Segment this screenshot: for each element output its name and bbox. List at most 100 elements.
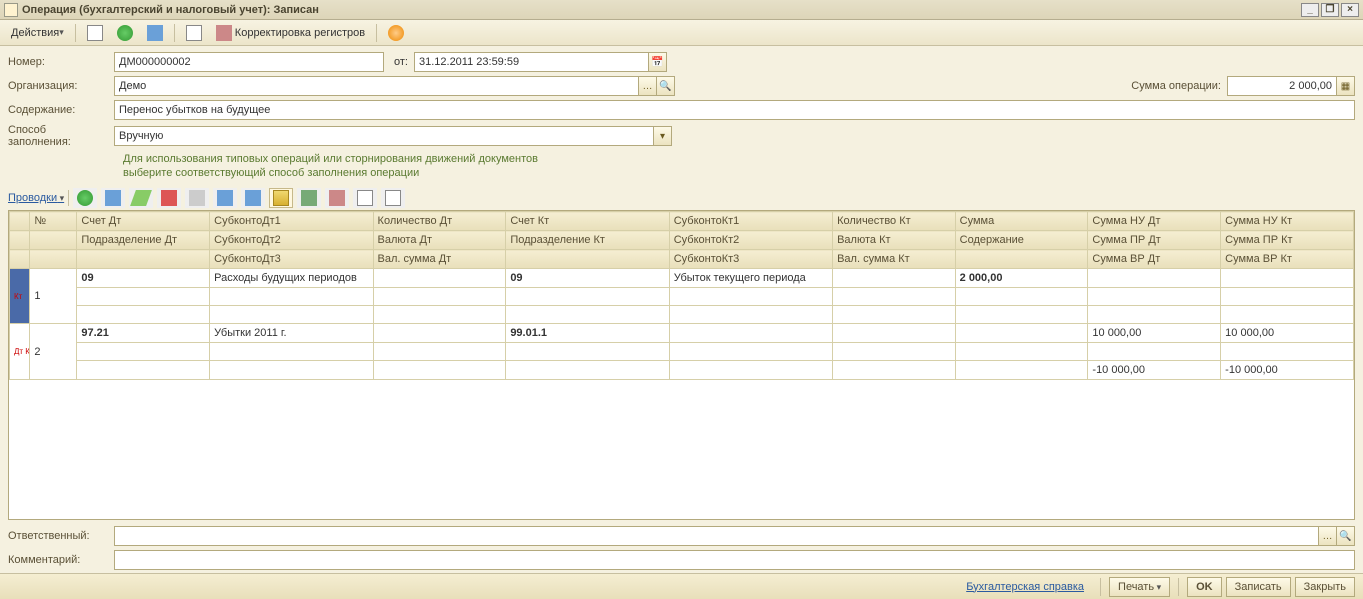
refresh-button[interactable] xyxy=(297,188,321,208)
org-input[interactable] xyxy=(114,76,639,96)
table-row[interactable]: Кт 1 09 Расходы будущих периодов 09 Убыт… xyxy=(10,269,1354,288)
toolbar-icon-2[interactable] xyxy=(112,23,138,43)
col-num[interactable]: № xyxy=(30,212,77,231)
chart-button[interactable] xyxy=(325,188,349,208)
toolbar-icon-1[interactable] xyxy=(82,23,108,43)
table-row[interactable]: Дт Кт 2 97.21 Убытки 2011 г. 99.01.1 10 … xyxy=(10,324,1354,343)
cell-subdt1[interactable]: Убытки 2011 г. xyxy=(210,324,373,343)
number-input[interactable] xyxy=(114,52,384,72)
fill-dropdown-button[interactable]: ▾ xyxy=(654,126,672,146)
org-select-button[interactable]: … xyxy=(639,76,657,96)
cell[interactable] xyxy=(669,288,832,306)
postings-menu[interactable]: Проводки xyxy=(8,192,64,204)
fill-input[interactable] xyxy=(114,126,654,146)
date-picker-button[interactable]: 📅 xyxy=(649,52,667,72)
table-row[interactable] xyxy=(10,343,1354,361)
help-button[interactable] xyxy=(383,23,409,43)
cell[interactable] xyxy=(506,306,669,324)
row-indicator[interactable]: Дт Кт xyxy=(10,324,30,380)
write-button[interactable]: Записать xyxy=(1226,577,1291,597)
cell[interactable] xyxy=(373,306,506,324)
cell[interactable] xyxy=(1221,288,1354,306)
move-down-button[interactable] xyxy=(241,188,265,208)
cell[interactable] xyxy=(77,288,210,306)
col-subdt3[interactable]: СубконтоДт3 xyxy=(210,250,373,269)
col-subkt1[interactable]: СубконтоКт1 xyxy=(669,212,832,231)
cell-schdt[interactable]: 09 xyxy=(77,269,210,288)
resp-open-button[interactable]: 🔍 xyxy=(1337,526,1355,546)
cell[interactable] xyxy=(669,324,832,343)
cell[interactable] xyxy=(373,361,506,380)
cell[interactable] xyxy=(506,288,669,306)
sigma-button[interactable] xyxy=(269,188,293,208)
col-podr-kt[interactable]: Подразделение Кт xyxy=(506,231,669,250)
cell[interactable] xyxy=(833,324,956,343)
col-sumnu-kt[interactable]: Сумма НУ Кт xyxy=(1221,212,1354,231)
row-indicator[interactable]: Кт xyxy=(10,269,30,324)
cell[interactable] xyxy=(955,306,1088,324)
cell[interactable] xyxy=(955,288,1088,306)
col-qtykt[interactable]: Количество Кт xyxy=(833,212,956,231)
register-correction-button[interactable]: Корректировка регистров xyxy=(211,23,370,43)
cell[interactable] xyxy=(77,343,210,361)
cell[interactable] xyxy=(373,288,506,306)
cell-sumnu-kt[interactable] xyxy=(1221,269,1354,288)
col-sumpr-kt[interactable]: Сумма ПР Кт xyxy=(1221,231,1354,250)
cell-qtykt[interactable] xyxy=(833,269,956,288)
cell[interactable] xyxy=(833,343,956,361)
add-button[interactable] xyxy=(73,188,97,208)
col-content[interactable]: Содержание xyxy=(955,231,1088,250)
col-subkt3[interactable]: СубконтоКт3 xyxy=(669,250,832,269)
cell-subdt1[interactable]: Расходы будущих периодов xyxy=(210,269,373,288)
cell-sumnu-dt[interactable]: 10 000,00 xyxy=(1088,324,1221,343)
cell[interactable] xyxy=(669,343,832,361)
col-valsumkt[interactable]: Вал. сумма Кт xyxy=(833,250,956,269)
col-sum[interactable]: Сумма xyxy=(955,212,1088,231)
col-subdt1[interactable]: СубконтоДт1 xyxy=(210,212,373,231)
move-up-button[interactable] xyxy=(213,188,237,208)
col-subkt2[interactable]: СубконтоКт2 xyxy=(669,231,832,250)
col-qtydt[interactable]: Количество Дт xyxy=(373,212,506,231)
report-link[interactable]: Бухгалтерская справка xyxy=(966,581,1084,593)
close-button[interactable]: Закрыть xyxy=(1295,577,1355,597)
cell[interactable] xyxy=(210,288,373,306)
date-input[interactable] xyxy=(414,52,649,72)
table-row[interactable] xyxy=(10,288,1354,306)
delete-button[interactable] xyxy=(157,188,181,208)
sum-input[interactable] xyxy=(1227,76,1337,96)
actions-menu[interactable]: Действия xyxy=(6,23,69,43)
col-valsumdt[interactable]: Вал. сумма Дт xyxy=(373,250,506,269)
toolbar-icon-3[interactable] xyxy=(142,23,168,43)
settings-button[interactable] xyxy=(353,188,377,208)
resp-select-button[interactable]: … xyxy=(1319,526,1337,546)
cell[interactable] xyxy=(669,306,832,324)
ok-button[interactable]: OK xyxy=(1187,577,1222,597)
cell[interactable] xyxy=(210,361,373,380)
resp-input[interactable] xyxy=(114,526,1319,546)
cell[interactable] xyxy=(1088,288,1221,306)
cell[interactable] xyxy=(1221,343,1354,361)
comment-input[interactable] xyxy=(114,550,1355,570)
more-button[interactable] xyxy=(381,188,405,208)
col-sumvr-kt[interactable]: Сумма ВР Кт xyxy=(1221,250,1354,269)
sum-calc-button[interactable]: ▦ xyxy=(1337,76,1355,96)
cell[interactable] xyxy=(373,324,506,343)
cell-schkt[interactable]: 09 xyxy=(506,269,669,288)
cell-subkt1[interactable]: Убыток текущего периода xyxy=(669,269,832,288)
postings-grid[interactable]: № Счет Дт СубконтоДт1 Количество Дт Счет… xyxy=(8,210,1355,520)
col-subdt2[interactable]: СубконтоДт2 xyxy=(210,231,373,250)
col-sumnu-dt[interactable]: Сумма НУ Дт xyxy=(1088,212,1221,231)
org-open-button[interactable]: 🔍 xyxy=(657,76,675,96)
cell-schkt[interactable]: 99.01.1 xyxy=(506,324,669,343)
col-sumvr-dt[interactable]: Сумма ВР Дт xyxy=(1088,250,1221,269)
edit-button[interactable] xyxy=(129,188,153,208)
cell[interactable] xyxy=(833,306,956,324)
content-input[interactable] xyxy=(114,100,1355,120)
cell[interactable] xyxy=(833,361,956,380)
cell[interactable] xyxy=(77,361,210,380)
col-valdt[interactable]: Валюта Дт xyxy=(373,231,506,250)
cell[interactable] xyxy=(669,361,832,380)
cell[interactable] xyxy=(210,343,373,361)
cell[interactable] xyxy=(210,306,373,324)
col-podr-dt[interactable]: Подразделение Дт xyxy=(77,231,210,250)
